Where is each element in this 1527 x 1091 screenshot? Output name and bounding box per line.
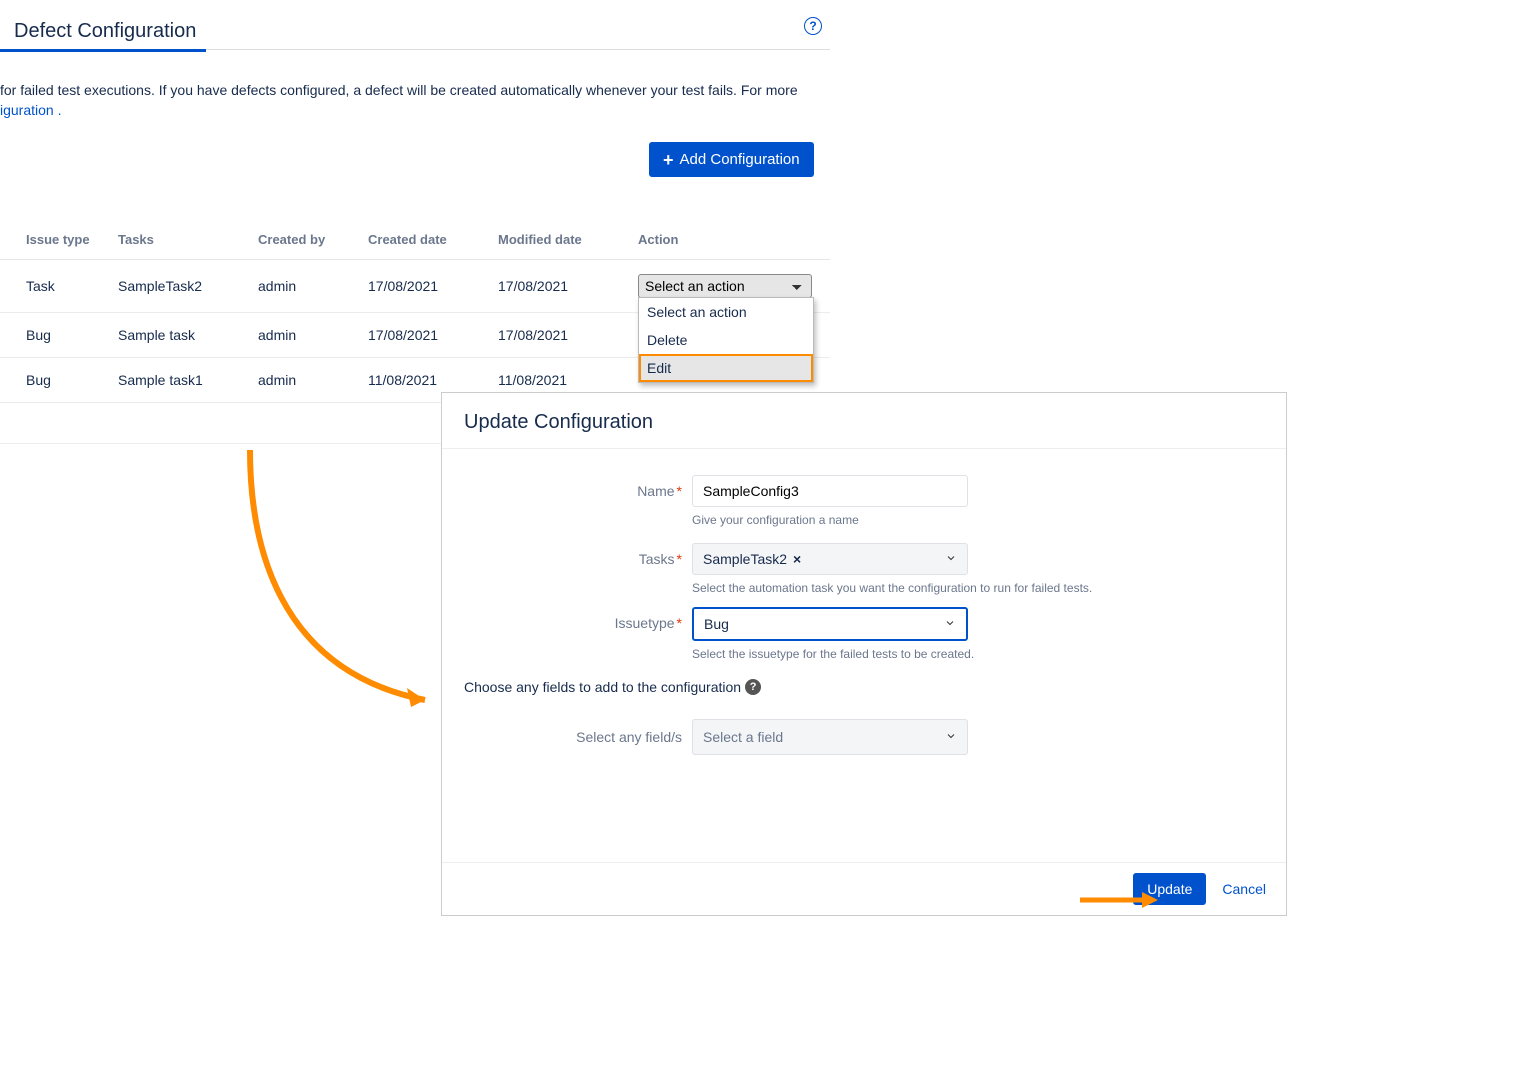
intro-link[interactable]: iguration .: [0, 102, 61, 118]
cell-tasks: SampleTask2: [110, 260, 250, 313]
chevron-down-icon: [944, 616, 956, 632]
tasks-chip-label: SampleTask2: [703, 551, 787, 567]
action-option-delete[interactable]: Delete: [639, 326, 813, 354]
dialog-body: Name* Give your configuration a name Tas…: [442, 449, 1286, 869]
name-hint: Give your configuration a name: [692, 513, 970, 527]
name-input[interactable]: [692, 475, 968, 507]
cell-issuetype: Bug: [0, 358, 110, 403]
annotation-arrow-icon: [235, 445, 445, 710]
dialog-footer: Update Cancel: [442, 862, 1286, 915]
chip-remove-icon[interactable]: ×: [793, 551, 801, 567]
fieldselect-label: Select any field/s: [464, 729, 692, 745]
chevron-down-icon: [945, 551, 957, 567]
action-dropdown-panel: Select an action Delete Edit: [638, 297, 814, 383]
action-select[interactable]: Select an action: [638, 274, 812, 298]
issuetype-hint: Select the issuetype for the failed test…: [692, 647, 1252, 661]
name-label: Name: [637, 483, 674, 499]
th-issuetype: Issue type: [0, 220, 110, 260]
cell-modifieddate: 17/08/2021: [490, 313, 630, 358]
cancel-button[interactable]: Cancel: [1222, 881, 1266, 897]
issuetype-value: Bug: [704, 616, 729, 632]
update-button[interactable]: Update: [1133, 873, 1206, 905]
cell-createddate: 17/08/2021: [360, 260, 490, 313]
cell-issuetype: Bug: [0, 313, 110, 358]
cell-createdby: admin: [250, 260, 360, 313]
th-tasks: Tasks: [110, 220, 250, 260]
cell-createdby: admin: [250, 358, 360, 403]
cell-modifieddate: 17/08/2021: [490, 260, 630, 313]
action-option-default[interactable]: Select an action: [639, 298, 813, 326]
tasks-multiselect[interactable]: SampleTask2 ×: [692, 543, 968, 575]
cell-tasks: Sample task1: [110, 358, 250, 403]
plus-icon: +: [663, 153, 674, 167]
add-configuration-label: Add Configuration: [680, 151, 800, 168]
cell-createddate: 17/08/2021: [360, 313, 490, 358]
issuetype-select[interactable]: Bug: [692, 607, 968, 641]
update-configuration-dialog: Update Configuration Name* Give your con…: [441, 392, 1287, 916]
action-option-edit[interactable]: Edit: [639, 354, 813, 382]
cell-issuetype: Task: [0, 260, 110, 313]
cell-tasks: Sample task: [110, 313, 250, 358]
help-icon[interactable]: ?: [745, 679, 761, 695]
th-createdby: Created by: [250, 220, 360, 260]
intro-line1: for failed test executions. If you have …: [0, 82, 798, 98]
fieldselect-placeholder: Select a field: [703, 729, 783, 745]
help-icon[interactable]: ?: [804, 17, 822, 35]
fields-section-heading: Choose any fields to add to the configur…: [464, 679, 1264, 695]
tasks-label: Tasks: [639, 551, 675, 567]
table-header-row: Issue type Tasks Created by Created date…: [0, 220, 830, 260]
add-configuration-button[interactable]: + Add Configuration: [649, 142, 814, 177]
th-createddate: Created date: [360, 220, 490, 260]
dialog-header: Update Configuration: [442, 393, 1286, 449]
intro-text: for failed test executions. If you have …: [0, 80, 830, 120]
issuetype-label: Issuetype: [615, 615, 675, 631]
divider: [0, 443, 442, 444]
chevron-down-icon: [945, 729, 957, 745]
th-modifieddate: Modified date: [490, 220, 630, 260]
tab-defect-configuration[interactable]: Defect Configuration: [0, 20, 206, 52]
cell-createdby: admin: [250, 313, 360, 358]
th-action: Action: [630, 220, 830, 260]
dialog-title: Update Configuration: [464, 411, 1264, 434]
fieldselect-dropdown[interactable]: Select a field: [692, 719, 968, 755]
page-header: Defect Configuration ?: [0, 20, 830, 50]
tasks-hint: Select the automation task you want the …: [692, 581, 1252, 595]
